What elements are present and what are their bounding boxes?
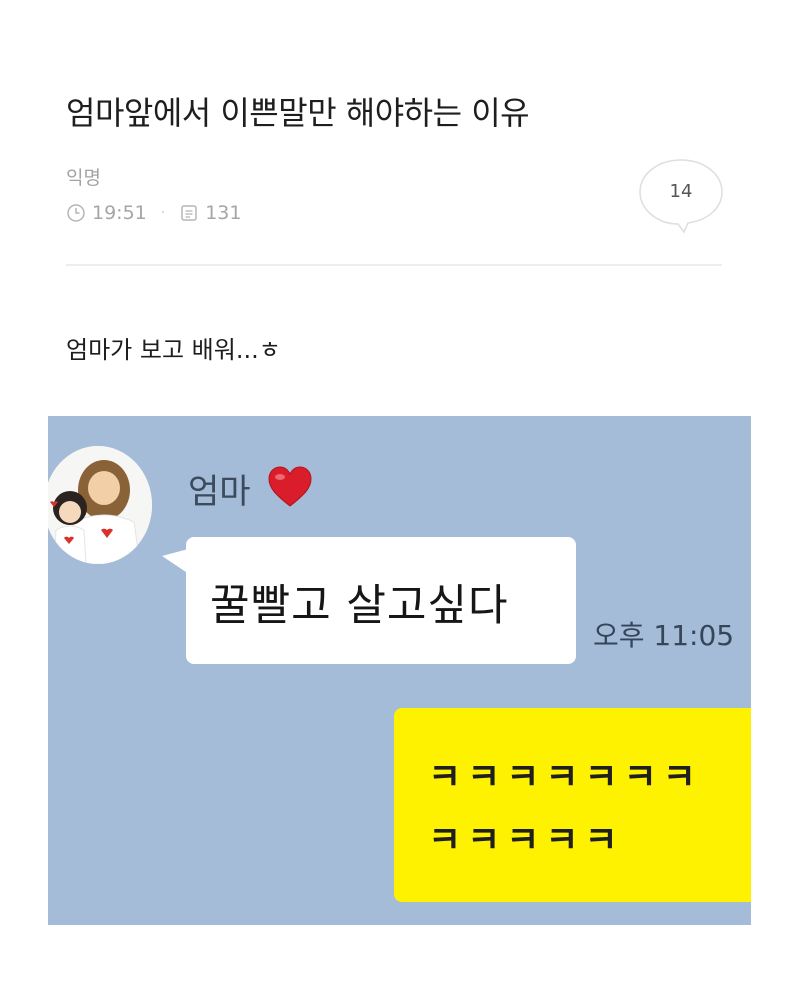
chat-sender-name: 엄마: [188, 472, 251, 512]
avatar: [48, 446, 152, 564]
comment-count: 14: [669, 181, 693, 202]
divider: [66, 264, 722, 266]
post-meta: 19:51 · 131: [66, 202, 241, 224]
clock-icon: [66, 203, 86, 223]
incoming-message-text: 꿀빨고 살고싶다: [210, 581, 509, 631]
heart-icon: [268, 466, 312, 507]
outgoing-message-line: ㅋㅋㅋㅋㅋ: [428, 820, 624, 861]
post-time: 19:51: [92, 202, 147, 224]
meta-separator: ·: [160, 205, 166, 221]
post-title: 엄마앞에서 이쁜말만 해야하는 이유: [66, 94, 530, 132]
comment-count-button[interactable]: 14: [638, 158, 724, 234]
post-body-text: 엄마가 보고 배워...ㅎ: [66, 336, 281, 364]
post-page: 엄마앞에서 이쁜말만 해야하는 이유 익명 19:51 · 131 14 엄마가: [0, 0, 800, 1000]
outgoing-message-bubble: ㅋㅋㅋㅋㅋㅋㅋ ㅋㅋㅋㅋㅋ: [394, 708, 751, 902]
incoming-message-bubble: 꿀빨고 살고싶다: [186, 537, 576, 664]
chat-screenshot: 엄마 꿀빨고 살고싶다 오후 11:05 ㅋㅋㅋㅋㅋㅋㅋ ㅋㅋㅋㅋㅋ: [48, 416, 751, 925]
author-name[interactable]: 익명: [66, 163, 101, 190]
view-count: 131: [205, 202, 242, 224]
message-timestamp: 오후 11:05: [593, 619, 735, 652]
views-icon: [179, 203, 199, 223]
outgoing-message-line: ㅋㅋㅋㅋㅋㅋㅋ: [428, 757, 702, 798]
